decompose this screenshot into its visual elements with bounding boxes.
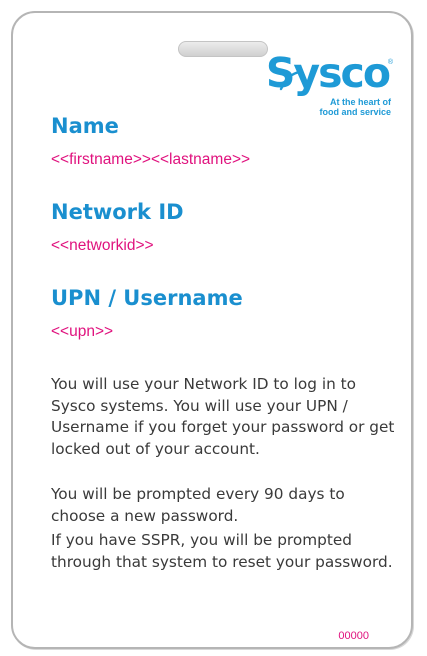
instruction-paragraph-3: If you have SSPR, you will be prompted t… [51, 531, 393, 571]
network-id-value: <<networkid>> [51, 237, 154, 254]
tagline-line-1: At the heart of [329, 97, 391, 107]
name-label: Name [51, 114, 119, 138]
logo-tagline: At the heart of food and service [319, 97, 391, 117]
instruction-paragraph-1: You will use your Network ID to log in t… [51, 375, 395, 458]
registered-mark: ® [387, 59, 393, 66]
lanyard-slot [178, 41, 268, 57]
upn-value: <<upn>> [51, 323, 114, 340]
sysco-logo: Sysco ® At the heart of food and service [266, 53, 393, 131]
name-value: <<firstname>><<lastname>> [51, 151, 251, 168]
upn-label: UPN / Username [51, 286, 243, 310]
id-badge-card: Sysco ® At the heart of food and service… [11, 11, 413, 649]
network-id-label: Network ID [51, 200, 184, 224]
tagline-line-2: food and service [319, 107, 391, 117]
serial-number: 00000 [338, 630, 369, 642]
logo-wordmark: Sysco [265, 49, 391, 97]
page: Sysco ® At the heart of food and service… [0, 0, 427, 656]
instruction-paragraph-2: You will be prompted every 90 days to ch… [51, 485, 345, 525]
